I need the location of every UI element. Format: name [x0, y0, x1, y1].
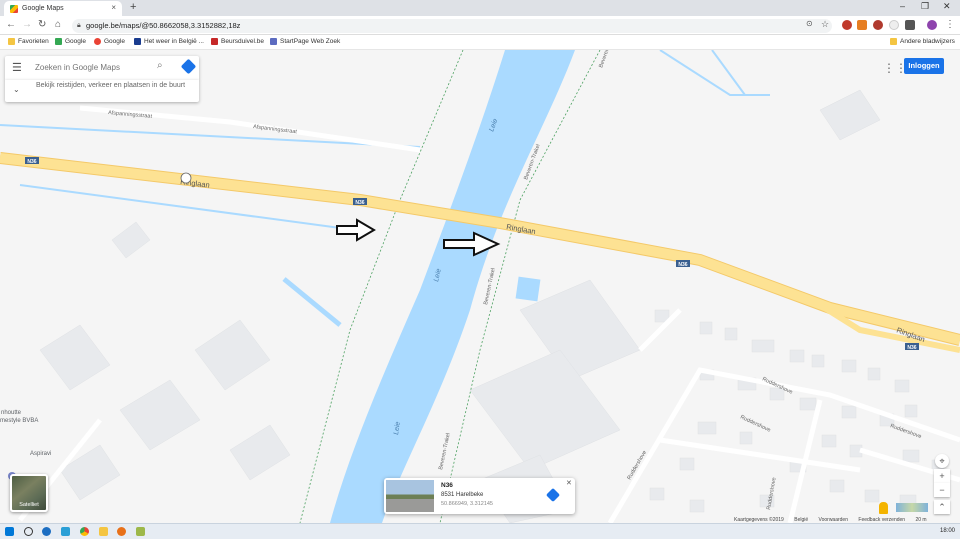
folder-icon [8, 38, 15, 45]
windows-taskbar: 18:00 [0, 523, 960, 539]
browser-menu-icon[interactable]: ⋮ [945, 19, 955, 30]
imagery-strip[interactable] [896, 503, 928, 512]
hamburger-menu-icon[interactable]: ☰ [12, 61, 22, 74]
directions-icon[interactable] [180, 58, 197, 75]
my-location-icon[interactable]: ⌖ [935, 454, 949, 468]
zoom-in-button[interactable]: + [934, 469, 950, 483]
satellite-toggle[interactable]: Satelliet [10, 474, 48, 512]
search-input[interactable] [35, 60, 155, 75]
google-maps-favicon-icon [10, 4, 18, 13]
bookmark-star-icon[interactable]: ☆ [821, 19, 829, 30]
suggestion-text: Bekijk reistijden, verkeer en plaatsen i… [36, 82, 186, 89]
lock-icon: 🔒︎ [77, 22, 81, 29]
extension-dark-icon[interactable] [905, 20, 915, 30]
pegman-icon[interactable] [879, 502, 888, 514]
bookmark-google-maps[interactable]: Google [55, 38, 86, 45]
beveren-trakel-label: Beveren-Trakel [438, 433, 452, 471]
poi-pin-icon[interactable] [180, 172, 192, 184]
app-green-icon[interactable] [136, 527, 145, 536]
file-explorer-icon[interactable] [99, 527, 108, 536]
tab-title: Google Maps [22, 5, 64, 12]
business-label-line2: mestyle BVBA [0, 418, 38, 424]
new-tab-button[interactable]: + [130, 1, 136, 13]
pond-strip [282, 277, 342, 327]
streetview-address: 8531 Harelbeke [441, 492, 484, 498]
home-icon[interactable]: ⌂ [55, 19, 61, 30]
clock[interactable]: 18:00 [940, 528, 955, 534]
folder-icon [890, 38, 897, 45]
tab-strip: Google Maps × + – ❐ ✕ [0, 0, 960, 16]
zoom-out-button[interactable]: − [934, 483, 950, 497]
url-field[interactable]: 🔒︎ google.be/maps/@50.8662058,3.3152882,… [72, 19, 832, 33]
app-orange-icon[interactable] [117, 527, 126, 536]
bookmark-google[interactable]: Google [94, 38, 125, 45]
bookmark-favorieten[interactable]: Favorieten [8, 38, 49, 45]
startpage-icon [270, 38, 277, 45]
directions-icon[interactable] [545, 487, 561, 503]
beveren-trakel-label: Beveren-Trakel [483, 268, 497, 306]
ruddershove-label: Ruddershove [766, 477, 778, 510]
n36-label: N36 [27, 159, 36, 165]
streetview-card[interactable]: N36 8531 Harelbeke 50.866949, 3.312145 ✕ [384, 478, 575, 514]
beursduivel-icon [211, 38, 218, 45]
close-icon[interactable]: ✕ [566, 479, 572, 487]
close-window-button[interactable]: ✕ [943, 1, 951, 12]
expand-icon[interactable]: ⌃ [934, 500, 950, 514]
business-label-line1: nhoutte [1, 410, 22, 416]
beveren-label: Beveren [598, 50, 611, 69]
streetview-thumbnail[interactable] [386, 480, 434, 512]
profile-avatar[interactable] [927, 20, 937, 30]
travel-time-suggestion[interactable]: ⌄ Bekijk reistijden, verkeer en plaatsen… [5, 80, 199, 102]
forward-icon[interactable]: → [22, 19, 32, 30]
afspanningsstraat-label: Afspanningsstraat [253, 124, 298, 135]
search-icon[interactable]: ⌕ [157, 60, 163, 71]
satellite-label: Satelliet [19, 502, 39, 508]
business-label: nhoutte mestyle BVBA [0, 410, 38, 424]
extension-red-icon[interactable] [842, 20, 852, 30]
n36-label: N36 [355, 200, 364, 206]
annotation-arrow-left-icon [336, 218, 376, 242]
ruddershove-label: Ruddershove [739, 414, 771, 433]
map-canvas[interactable]: N36 N36 N36 N36 Ringlaan Ringlaan Ringla… [0, 50, 960, 523]
start-windows-icon[interactable] [5, 527, 14, 536]
bookmarks-bar: Favorieten Google Google Het weer in Bel… [0, 35, 960, 50]
maximize-button[interactable]: ❐ [921, 1, 929, 12]
edge-icon[interactable] [42, 527, 51, 536]
aspiravi-label: Aspiravi [30, 451, 51, 457]
bookmark-beursduivel[interactable]: Beursduivel.be [211, 38, 264, 45]
n36-label: N36 [907, 345, 916, 351]
back-icon[interactable]: ← [6, 19, 16, 30]
location-icon[interactable]: ⊙ [806, 19, 813, 28]
minimize-button[interactable]: – [900, 1, 905, 11]
n36-label: N36 [678, 262, 687, 268]
reload-icon[interactable]: ↻ [38, 19, 46, 30]
extension-orange-icon[interactable] [857, 20, 867, 30]
google-icon [94, 38, 101, 45]
google-maps-icon [55, 38, 62, 45]
chevron-down-icon: ⌄ [13, 85, 20, 94]
bookmark-other[interactable]: Andere bladwijzers [890, 38, 955, 45]
address-bar-row: ← → ↻ ⌂ 🔒︎ google.be/maps/@50.8662058,3.… [0, 16, 960, 35]
signin-button[interactable]: Inloggen [904, 58, 944, 74]
tab-google-maps[interactable]: Google Maps × [4, 1, 122, 16]
search-icon[interactable] [24, 527, 33, 536]
afspanningsstraat-label: Afspanningsstraat [108, 110, 153, 120]
pond [515, 276, 541, 302]
url-text: google.be/maps/@50.8662058,3.3152882,18z [86, 21, 241, 30]
maps-search-box: ☰ ⌕ [5, 56, 199, 80]
extension-grey-icon[interactable] [889, 20, 899, 30]
bookmark-weer[interactable]: Het weer in België ... [134, 38, 204, 45]
chrome-icon[interactable] [80, 527, 89, 536]
streetview-title: N36 [441, 482, 453, 489]
extension-shield-icon[interactable] [873, 20, 883, 30]
streetview-coords: 50.866949, 3.312145 [441, 501, 493, 507]
bookmark-startpage[interactable]: StartPage Web Zoek [270, 38, 340, 45]
weather-icon [134, 38, 141, 45]
taskview-icon[interactable] [61, 527, 70, 536]
tab-close-icon[interactable]: × [111, 3, 116, 12]
